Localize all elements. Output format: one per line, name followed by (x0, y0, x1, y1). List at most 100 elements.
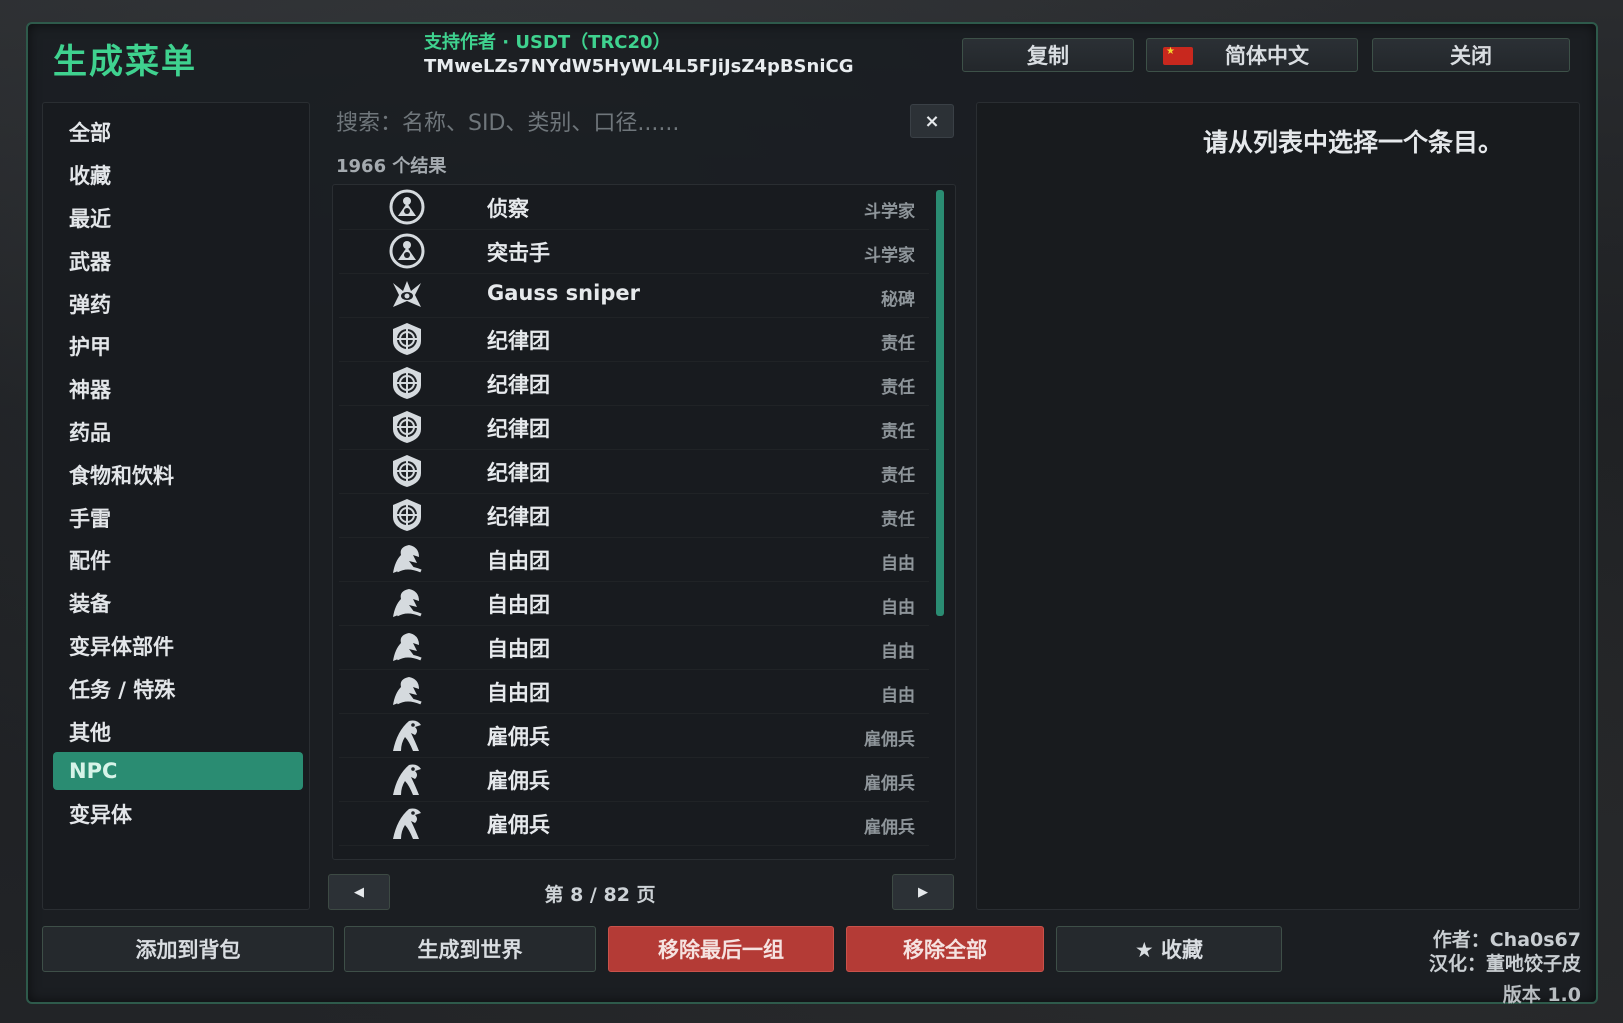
category-weapons[interactable]: 武器 (53, 242, 303, 280)
category-all[interactable]: 全部 (53, 113, 303, 151)
result-row[interactable]: 突击手 斗学家 (339, 229, 929, 274)
clear-search-button[interactable]: × (910, 104, 954, 138)
results-list: 侦察 斗学家 突击手 斗学家 Gauss sniper 秘碑 纪律团 责任 纪律团 责任 纪律团 责任… (332, 184, 956, 860)
scientist-icon (389, 233, 425, 269)
result-row[interactable]: 纪律团 责任 (339, 405, 929, 450)
remove-all-label: 移除全部 (903, 938, 987, 962)
category-ammo[interactable]: 弹药 (53, 285, 303, 323)
category-gear[interactable]: 装备 (53, 584, 303, 622)
result-faction: 责任 (881, 422, 915, 442)
result-faction: 雇佣兵 (864, 730, 915, 750)
wallet-address[interactable]: TMweLZs7NYdW5HyWL4L5FJiJsZ4pBSniCG (424, 56, 864, 77)
mercenary-icon (389, 761, 425, 797)
result-row[interactable]: 雇佣兵 雇佣兵 (339, 801, 929, 846)
result-faction: 责任 (881, 466, 915, 486)
result-row[interactable]: 自由团 自由 (339, 669, 929, 714)
arrow-right-icon: ▶ (918, 884, 928, 900)
remove-all-button[interactable]: 移除全部 (846, 926, 1044, 972)
category-label: 其他 (69, 721, 111, 745)
category-label: 配件 (69, 549, 111, 573)
result-faction: 自由 (881, 686, 915, 706)
remove-last-group-button[interactable]: 移除最后一组 (608, 926, 834, 972)
china-flag-icon (1163, 46, 1193, 65)
result-name: 雇佣兵 (487, 813, 550, 837)
category-sidebar: 全部 收藏 最近 武器 弹药 护甲 神器 药品 食物和饮料 手雷 配件 装备 变… (42, 102, 310, 910)
result-row[interactable]: 自由团 自由 (339, 581, 929, 626)
result-name: 侦察 (487, 197, 529, 221)
result-row[interactable]: 雇佣兵 雇佣兵 (339, 757, 929, 802)
favorite-label: ★ 收藏 (1134, 938, 1204, 962)
category-label: 弹药 (69, 293, 111, 317)
category-label: NPC (69, 759, 118, 783)
category-label: 护甲 (69, 335, 111, 359)
result-row[interactable]: 侦察 斗学家 (339, 185, 929, 230)
category-label: 神器 (69, 378, 111, 402)
search-input[interactable] (334, 104, 898, 142)
category-label: 药品 (69, 421, 111, 445)
result-row[interactable]: 纪律团 责任 (339, 361, 929, 406)
result-row[interactable]: Gauss sniper 秘碑 (339, 273, 929, 318)
category-mutant-parts[interactable]: 变异体部件 (53, 627, 303, 665)
category-artifacts[interactable]: 神器 (53, 370, 303, 408)
category-label: 最近 (69, 207, 111, 231)
result-name: 自由团 (487, 681, 550, 705)
duty-icon (389, 409, 425, 445)
category-npc[interactable]: NPC (53, 752, 303, 790)
spawn-to-world-button[interactable]: 生成到世界 (344, 926, 596, 972)
category-quest-special[interactable]: 任务 / 特殊 (53, 670, 303, 708)
add-to-backpack-button[interactable]: 添加到背包 (42, 926, 334, 972)
category-recent[interactable]: 最近 (53, 199, 303, 237)
result-faction: 雇佣兵 (864, 774, 915, 794)
language-button[interactable]: 简体中文 (1146, 38, 1358, 72)
category-label: 变异体部件 (69, 635, 174, 659)
support-info: 支持作者 · USDT（TRC20） TMweLZs7NYdW5HyWL4L5F… (424, 28, 864, 77)
close-button[interactable]: 关闭 (1372, 38, 1570, 72)
result-name: 自由团 (487, 637, 550, 661)
mercenary-icon (389, 717, 425, 753)
detail-placeholder-message: 请从列表中选择一个条目。 (1202, 128, 1503, 157)
category-medicine[interactable]: 药品 (53, 413, 303, 451)
category-grenades[interactable]: 手雷 (53, 499, 303, 537)
result-row[interactable]: 自由团 自由 (339, 625, 929, 670)
prev-page-button[interactable]: ◀ (328, 874, 390, 910)
result-row[interactable]: 纪律团 责任 (339, 317, 929, 362)
result-row[interactable]: 雇佣兵 雇佣兵 (339, 713, 929, 758)
favorite-button[interactable]: ★ 收藏 (1056, 926, 1282, 972)
result-faction: 责任 (881, 510, 915, 530)
results-scrollbar[interactable] (936, 190, 944, 616)
category-attachments[interactable]: 配件 (53, 541, 303, 579)
result-name: 纪律团 (487, 505, 550, 529)
mercenary-icon (389, 805, 425, 841)
page-indicator: 第 8 / 82 页 (544, 884, 656, 906)
category-label: 装备 (69, 592, 111, 616)
category-label: 食物和饮料 (69, 464, 174, 488)
language-label: 简体中文 (1225, 44, 1309, 68)
author-credit: 作者：Cha0s67 (1432, 929, 1581, 951)
category-food-drink[interactable]: 食物和饮料 (53, 456, 303, 494)
next-page-button[interactable]: ▶ (892, 874, 954, 910)
result-row[interactable]: 纪律团 责任 (339, 449, 929, 494)
result-row[interactable]: 纪律团 责任 (339, 493, 929, 538)
freedom-icon (389, 629, 425, 665)
result-faction: 自由 (881, 642, 915, 662)
category-other[interactable]: 其他 (53, 713, 303, 751)
category-favorites[interactable]: 收藏 (53, 156, 303, 194)
duty-icon (389, 453, 425, 489)
result-name: 自由团 (487, 593, 550, 617)
result-row[interactable]: 自由团 自由 (339, 537, 929, 582)
category-label: 变异体 (69, 803, 132, 827)
category-mutants[interactable]: 变异体 (53, 795, 303, 833)
result-name: 纪律团 (487, 461, 550, 485)
detail-panel: 请从列表中选择一个条目。 (976, 102, 1580, 910)
freedom-icon (389, 673, 425, 709)
result-name: 纪律团 (487, 373, 550, 397)
result-name: 突击手 (487, 241, 550, 265)
copy-button-label: 复制 (1027, 44, 1069, 68)
category-armor[interactable]: 护甲 (53, 327, 303, 365)
result-faction: 秘碑 (881, 290, 915, 310)
copy-button[interactable]: 复制 (962, 38, 1134, 72)
result-name: 自由团 (487, 549, 550, 573)
version-label: 版本 1.0 (1502, 984, 1581, 1006)
result-faction: 斗学家 (864, 246, 915, 266)
category-label: 任务 / 特殊 (69, 678, 176, 702)
